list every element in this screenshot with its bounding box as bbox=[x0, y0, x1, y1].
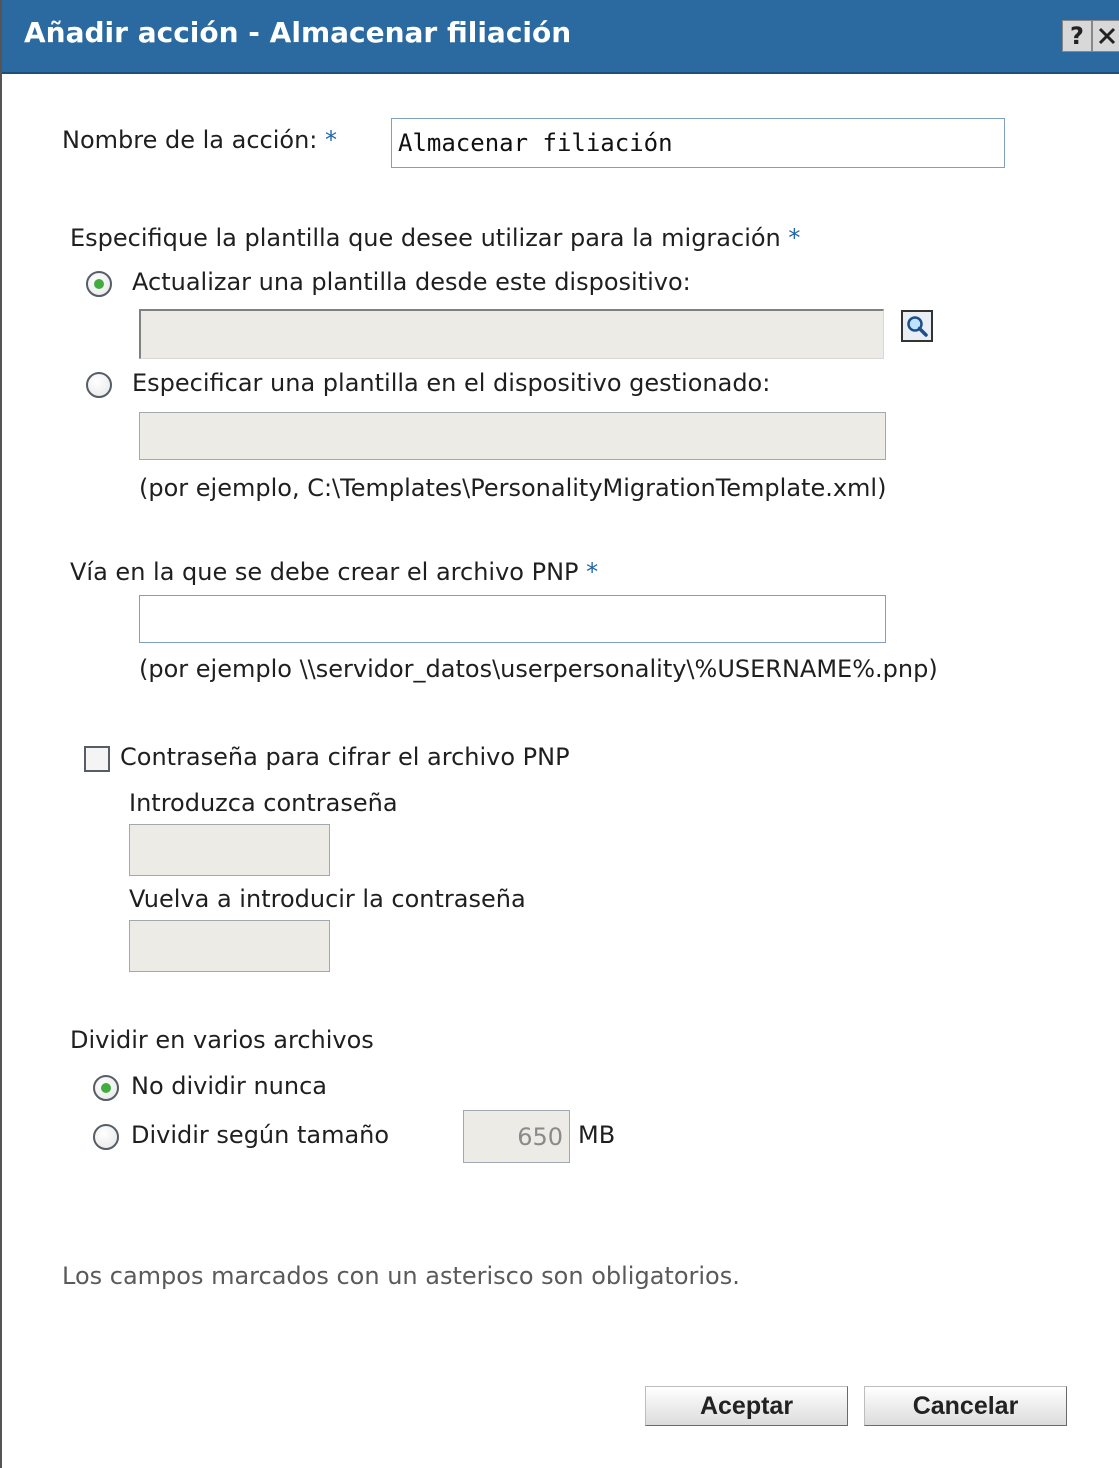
add-action-dialog: Añadir acción - Almacenar filiación ? No… bbox=[0, 0, 1119, 1468]
split-size-field[interactable] bbox=[463, 1110, 570, 1163]
confirm-password-label: Vuelva a introducir la contraseña bbox=[129, 885, 526, 913]
managed-template-label: Especificar una plantilla en el disposit… bbox=[132, 369, 771, 397]
upload-template-path-input[interactable] bbox=[141, 311, 883, 358]
required-asterisk: * bbox=[325, 126, 338, 154]
action-name-field[interactable] bbox=[391, 118, 1005, 168]
dialog-title: Añadir acción - Almacenar filiación bbox=[24, 16, 572, 49]
upload-template-radio[interactable] bbox=[86, 271, 112, 297]
pnp-path-input[interactable] bbox=[140, 596, 885, 642]
required-asterisk: * bbox=[788, 224, 801, 252]
confirm-password-field[interactable] bbox=[129, 920, 330, 972]
help-button[interactable]: ? bbox=[1062, 20, 1092, 52]
required-asterisk: * bbox=[586, 558, 599, 586]
split-size-input[interactable] bbox=[464, 1111, 569, 1162]
password-input[interactable] bbox=[130, 825, 329, 875]
managed-template-radio[interactable] bbox=[86, 372, 112, 398]
confirm-password-input[interactable] bbox=[130, 921, 329, 971]
encrypt-checkbox-label: Contraseña para cifrar el archivo PNP bbox=[120, 743, 570, 771]
pnp-path-field[interactable] bbox=[139, 595, 886, 643]
pnp-path-label: Vía en la que se debe crear el archivo P… bbox=[70, 558, 599, 586]
split-heading: Dividir en varios archivos bbox=[70, 1026, 374, 1054]
required-fields-note: Los campos marcados con un asterisco son… bbox=[62, 1262, 740, 1290]
close-button[interactable] bbox=[1092, 20, 1119, 52]
pnp-path-example: (por ejemplo \\servidor_datos\userperson… bbox=[139, 655, 938, 683]
title-bar: Añadir acción - Almacenar filiación ? bbox=[2, 0, 1119, 74]
split-by-size-radio[interactable] bbox=[93, 1124, 119, 1150]
magnifier-icon bbox=[907, 316, 928, 337]
browse-button[interactable] bbox=[901, 310, 933, 342]
action-name-label: Nombre de la acción: * bbox=[62, 126, 338, 154]
managed-template-path-input[interactable] bbox=[140, 413, 885, 459]
ok-button[interactable]: Aceptar bbox=[645, 1386, 848, 1426]
never-split-radio[interactable] bbox=[93, 1075, 119, 1101]
split-by-size-label: Dividir según tamaño bbox=[131, 1121, 390, 1149]
password-field[interactable] bbox=[129, 824, 330, 876]
password-label: Introduzca contraseña bbox=[129, 789, 398, 817]
managed-template-example: (por ejemplo, C:\Templates\PersonalityMi… bbox=[139, 474, 887, 502]
encrypt-checkbox[interactable] bbox=[84, 746, 110, 772]
upload-template-path-field[interactable] bbox=[139, 309, 884, 359]
close-icon bbox=[1098, 27, 1115, 45]
split-size-unit: MB bbox=[578, 1121, 616, 1149]
cancel-button[interactable]: Cancelar bbox=[864, 1386, 1067, 1426]
never-split-label: No dividir nunca bbox=[131, 1072, 327, 1100]
managed-template-path-field[interactable] bbox=[139, 412, 886, 460]
upload-template-label: Actualizar una plantilla desde este disp… bbox=[132, 268, 691, 296]
template-heading: Especifique la plantilla que desee utili… bbox=[70, 224, 801, 252]
action-name-input[interactable] bbox=[392, 119, 1004, 167]
